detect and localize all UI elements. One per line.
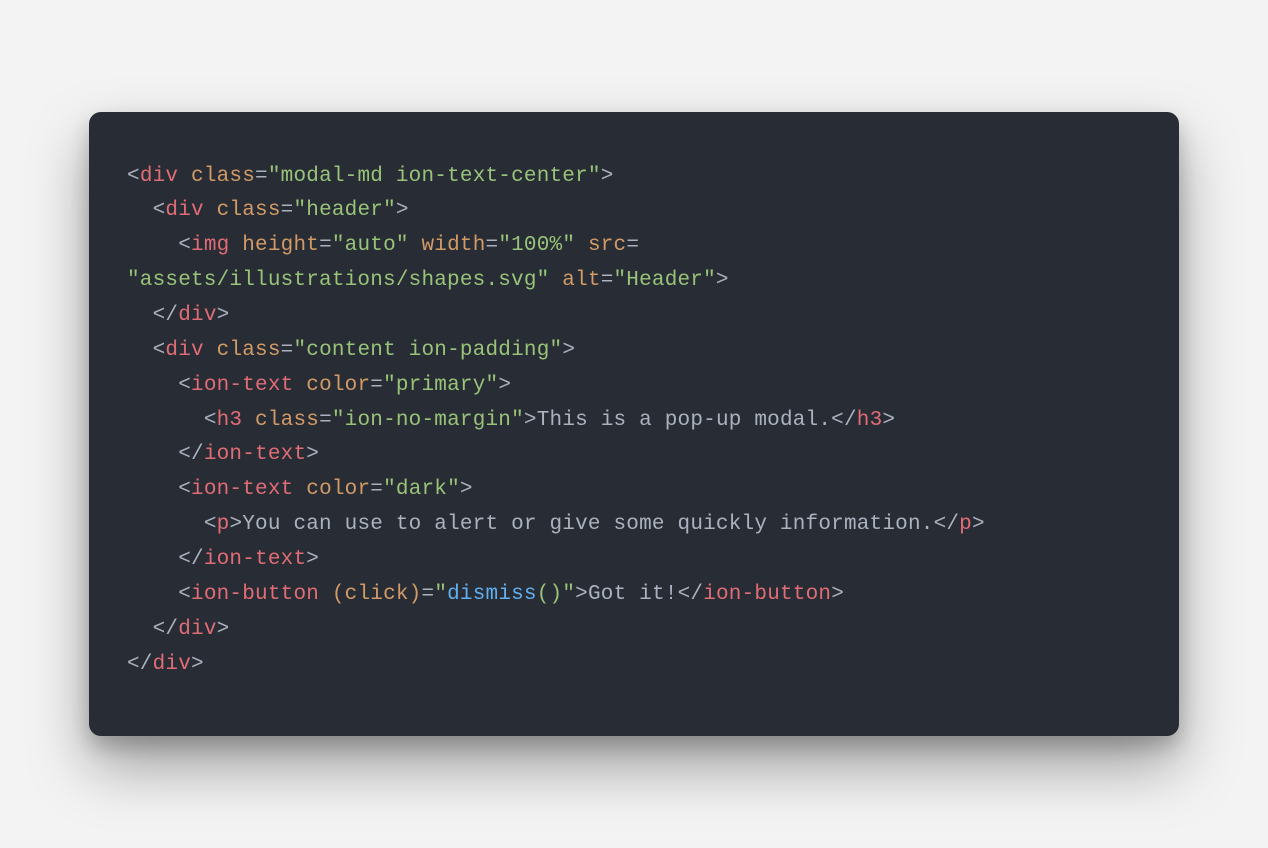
parens: ()" xyxy=(537,583,575,606)
tag-ion-text-close: ion-text xyxy=(204,548,306,571)
page-stage: <div class="modal-md ion-text-center"> <… xyxy=(0,0,1268,848)
tag-div: div xyxy=(140,165,178,188)
attr-class: class xyxy=(191,165,255,188)
tag-ion-button-close: ion-button xyxy=(703,583,831,606)
attr-class: class xyxy=(217,339,281,362)
tag-div: div xyxy=(165,339,203,362)
tag-ion-text: ion-text xyxy=(191,374,293,397)
tag-ion-button: ion-button xyxy=(191,583,319,606)
code-block: <div class="modal-md ion-text-center"> <… xyxy=(127,160,1141,683)
attr-class: class xyxy=(217,199,281,222)
val-alt: "Header" xyxy=(614,269,716,292)
val-100: "100%" xyxy=(498,234,575,257)
val-modal: "modal-md ion-text-center" xyxy=(268,165,601,188)
tag-p: p xyxy=(217,513,230,536)
tag-div-close: div xyxy=(178,304,216,327)
val-header: "header" xyxy=(293,199,395,222)
tag-div-close: div xyxy=(153,653,191,676)
val-dark: "dark" xyxy=(383,478,460,501)
attr-height: height xyxy=(242,234,319,257)
func-dismiss: dismiss xyxy=(447,583,537,606)
attr-click: (click) xyxy=(332,583,422,606)
text-button: Got it! xyxy=(588,583,678,606)
attr-class: class xyxy=(255,409,319,432)
tag-div: div xyxy=(165,199,203,222)
attr-color: color xyxy=(306,374,370,397)
tag-h3: h3 xyxy=(217,409,243,432)
attr-alt: alt xyxy=(562,269,600,292)
val-auto: "auto" xyxy=(332,234,409,257)
tag-div-close: div xyxy=(178,618,216,641)
attr-color: color xyxy=(306,478,370,501)
tag-ion-text: ion-text xyxy=(191,478,293,501)
tag-img: img xyxy=(191,234,229,257)
val-src-path: "assets/illustrations/shapes.svg" xyxy=(127,269,549,292)
val-nomargin: "ion-no-margin" xyxy=(332,409,524,432)
tag-ion-text-close: ion-text xyxy=(204,443,306,466)
tag-p-close: p xyxy=(959,513,972,536)
tag-h3-close: h3 xyxy=(857,409,883,432)
text-h3: This is a pop-up modal. xyxy=(537,409,831,432)
val-content: "content ion-padding" xyxy=(293,339,562,362)
text-p: You can use to alert or give some quickl… xyxy=(242,513,933,536)
attr-src: src xyxy=(588,234,626,257)
val-primary: "primary" xyxy=(383,374,498,397)
attr-width: width xyxy=(422,234,486,257)
code-card: <div class="modal-md ion-text-center"> <… xyxy=(89,112,1179,737)
